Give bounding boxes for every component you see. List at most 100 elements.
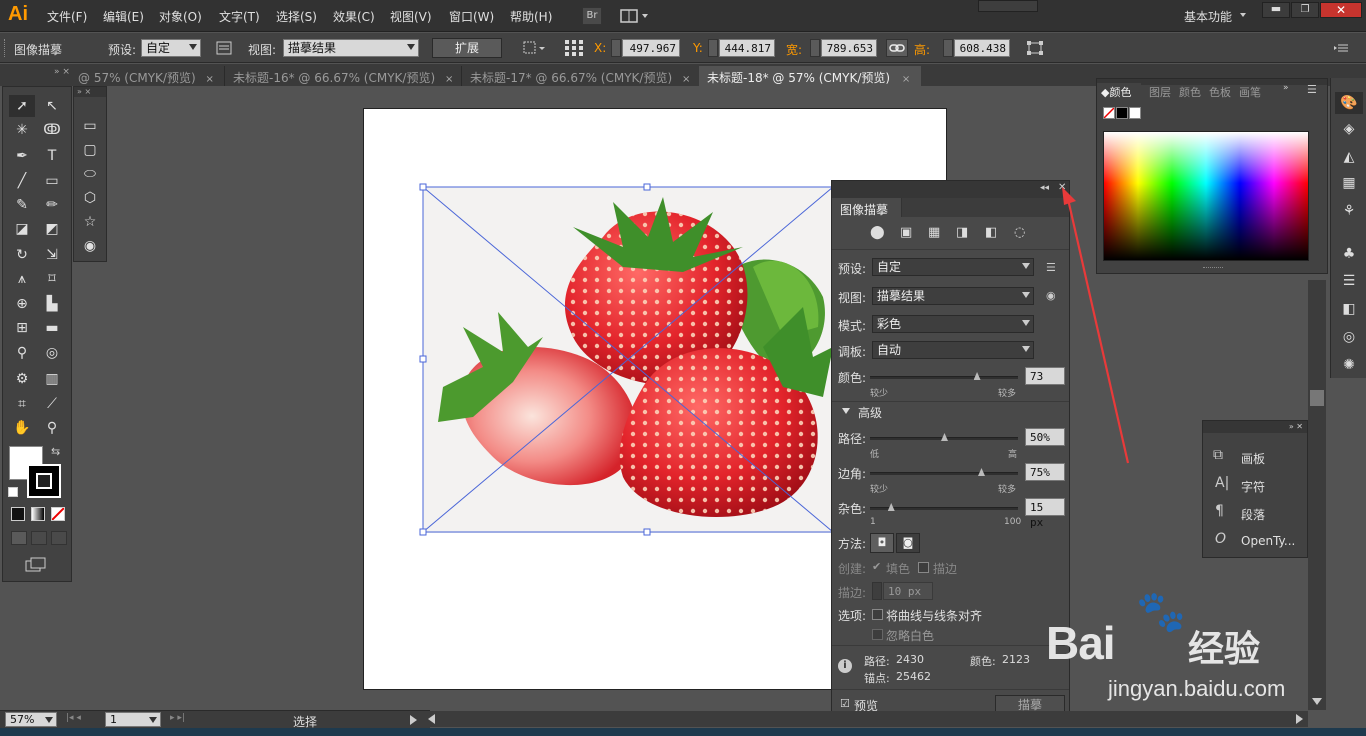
selection-tool-icon[interactable]: ➚ <box>9 95 35 117</box>
menu-window[interactable]: 窗口(W) <box>449 8 494 25</box>
status-menu-icon[interactable] <box>410 715 417 725</box>
menu-view[interactable]: 视图(V) <box>390 8 432 25</box>
black-white-icon[interactable]: ◧ <box>985 225 997 240</box>
color-panel-icon[interactable]: 🎨 <box>1335 92 1363 114</box>
gradient-mode-icon[interactable] <box>31 507 45 521</box>
close-window-button[interactable]: ✕ <box>1320 2 1362 18</box>
draw-inside-icon[interactable] <box>51 531 67 545</box>
close-icon[interactable]: × <box>682 74 690 85</box>
low-color-icon[interactable]: ▦ <box>928 225 940 240</box>
color-guide-tab[interactable]: 颜色 <box>1179 84 1201 100</box>
hand-tool-icon[interactable]: ✋ <box>9 417 35 439</box>
flare-icon[interactable]: ◉ <box>77 235 103 257</box>
pen-tool-icon[interactable]: ✒ <box>9 145 35 167</box>
close-icon[interactable]: × <box>902 74 910 85</box>
menu-object[interactable]: 对象(O) <box>159 8 202 25</box>
layers-tab[interactable]: 图层 <box>1149 84 1171 100</box>
height-spinner[interactable] <box>943 39 953 57</box>
close-icon[interactable]: × <box>445 74 453 85</box>
blend-tool-icon[interactable]: ◎ <box>39 342 65 364</box>
gradient-tool-icon[interactable]: ▬ <box>39 317 65 339</box>
zoom-tool-icon[interactable]: ⚲ <box>39 417 65 439</box>
outline-icon[interactable]: ◌ <box>1014 225 1025 240</box>
artboard-select[interactable]: 1 <box>105 712 161 727</box>
last-artboard-icon[interactable]: ▸ ▸| <box>170 713 185 723</box>
first-artboard-icon[interactable]: |◂ ◂ <box>66 713 81 723</box>
horizontal-scrollbar[interactable] <box>424 711 1308 727</box>
mode-select[interactable]: 彩色 <box>872 315 1034 333</box>
color-mode-icon[interactable] <box>11 507 25 521</box>
paintbrush-tool-icon[interactable]: ✎ <box>9 194 35 216</box>
arrange-documents-icon[interactable] <box>620 8 650 24</box>
white-swatch[interactable] <box>1129 107 1141 119</box>
panel-menu-icon[interactable] <box>1334 41 1350 55</box>
trace-preset-select[interactable]: 自定 <box>872 258 1034 276</box>
zoom-select[interactable]: 57% <box>5 712 57 727</box>
advanced-label[interactable]: 高级 <box>858 404 882 421</box>
black-swatch[interactable] <box>1116 107 1128 119</box>
grayscale-icon[interactable]: ◨ <box>956 225 968 240</box>
manage-presets-icon[interactable]: ☰ <box>1046 261 1056 274</box>
width-tool-icon[interactable]: ⩚ <box>9 268 35 290</box>
menu-type[interactable]: 文字(T) <box>219 8 260 25</box>
vertical-scroll-thumb[interactable] <box>1310 390 1324 406</box>
symbols-icon[interactable]: ♣ <box>1335 243 1363 265</box>
collapse-panel-icon[interactable]: ◂◂ <box>1040 183 1049 193</box>
menu-edit[interactable]: 编辑(E) <box>103 8 144 25</box>
tab-untitled-18[interactable]: 未标题-18* @ 57% (CMYK/预览) × <box>699 66 921 86</box>
layers-icon[interactable]: ◈ <box>1335 118 1363 140</box>
draw-normal-icon[interactable] <box>11 531 27 545</box>
search-stock-field[interactable] <box>978 0 1038 12</box>
trace-panel-icon[interactable] <box>216 41 232 55</box>
magic-wand-tool-icon[interactable]: ✳ <box>9 119 35 141</box>
preview-checkbox[interactable]: ☑ <box>840 697 850 710</box>
width-field[interactable]: 789.653 <box>821 39 877 57</box>
height-field[interactable]: 608.438 <box>954 39 1010 57</box>
selection-bounding-box[interactable] <box>418 182 838 538</box>
link-icon[interactable] <box>886 39 908 57</box>
method-abutting-icon[interactable]: ◘ <box>870 533 894 553</box>
noise-field[interactable]: 15 px <box>1025 498 1065 529</box>
scroll-right-icon[interactable] <box>1296 714 1303 724</box>
workspace-switcher[interactable]: 基本功能 <box>1184 8 1232 25</box>
rotate-tool-icon[interactable]: ↻ <box>9 244 35 266</box>
pencil-tool-icon[interactable]: ✏ <box>39 194 65 216</box>
x-spinner[interactable] <box>611 39 621 57</box>
menu-select[interactable]: 选择(S) <box>276 8 317 25</box>
eye-icon[interactable]: ◉ <box>1046 289 1056 302</box>
corners-slider-track[interactable] <box>870 472 1018 475</box>
line-tool-icon[interactable]: ╱ <box>9 170 35 192</box>
high-color-icon[interactable]: ▣ <box>900 225 912 240</box>
ellipse-icon[interactable]: ⬭ <box>77 163 103 185</box>
auto-color-icon[interactable]: ⬤ <box>870 225 885 240</box>
stroke-width-spinner[interactable] <box>872 582 882 600</box>
gradient-icon[interactable]: ◧ <box>1335 298 1363 320</box>
color-tab[interactable]: ◆颜色 <box>1097 83 1141 99</box>
symbol-sprayer-tool-icon[interactable]: ⚙ <box>9 368 35 390</box>
rounded-rectangle-icon[interactable]: ▢ <box>77 139 103 161</box>
transform-icon[interactable] <box>1026 40 1044 56</box>
colors-slider-track[interactable] <box>870 376 1018 379</box>
minimize-button[interactable]: ▬ <box>1262 2 1290 18</box>
opentype-item[interactable]: OpenTy... <box>1241 534 1295 548</box>
color-guide-icon[interactable]: ◭ <box>1335 146 1363 168</box>
star-icon[interactable]: ☆ <box>77 211 103 233</box>
restore-button[interactable]: ❐ <box>1291 2 1319 18</box>
screen-mode-icon[interactable] <box>25 557 49 573</box>
trace-view-select[interactable]: 描摹结果 <box>872 287 1034 305</box>
brushes-icon[interactable]: ⚘ <box>1335 200 1363 222</box>
swatches-tab[interactable]: 色板 <box>1209 84 1231 100</box>
tab-untitled-17[interactable]: 未标题-17* @ 66.67% (CMYK/预览) × <box>461 66 697 86</box>
color-spectrum[interactable] <box>1103 131 1309 261</box>
y-spinner[interactable] <box>708 39 718 57</box>
brushes-tab[interactable]: 画笔 <box>1239 84 1261 100</box>
preset-select[interactable]: 自定 <box>141 39 201 57</box>
stroke-swatch[interactable] <box>27 464 61 498</box>
artboards-item[interactable]: 画板 <box>1241 450 1265 467</box>
paragraph-icon[interactable]: ¶ <box>1215 503 1224 519</box>
artboards-icon[interactable]: ⧉ <box>1213 447 1223 463</box>
perspective-grid-tool-icon[interactable]: ▙ <box>39 293 65 315</box>
tab-doc-57[interactable]: @ 57% (CMYK/预览) × <box>72 66 222 86</box>
free-transform-tool-icon[interactable]: ⌑ <box>39 268 65 290</box>
method-overlapping-icon[interactable]: ◙ <box>896 533 920 553</box>
